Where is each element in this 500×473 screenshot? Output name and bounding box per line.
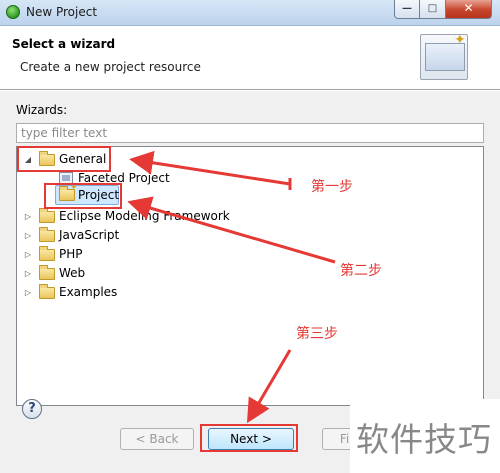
annotation-box-next (200, 424, 298, 452)
collapsed-arrow-icon[interactable]: ▷ (23, 283, 33, 302)
close-button[interactable]: ✕ (446, 0, 492, 19)
minimize-button[interactable]: — (394, 0, 420, 19)
window-title: New Project (26, 5, 98, 19)
tree-item-javascript[interactable]: ▷ JavaScript (23, 226, 143, 245)
watermark-text: 软件技巧 (356, 420, 492, 459)
collapsed-arrow-icon[interactable]: ▷ (23, 245, 33, 264)
tree-item-php[interactable]: ▷ PHP (23, 245, 143, 264)
folder-icon (39, 208, 55, 223)
page-description: Create a new project resource (20, 60, 201, 74)
annotation-box-project (44, 183, 122, 209)
eclipse-icon (6, 5, 20, 19)
sparkle-icon: ✦ (454, 32, 466, 48)
help-button[interactable]: ? (22, 399, 42, 419)
tree-item-eclipse-modeling[interactable]: ▷ Eclipse Modeling Framework (23, 207, 243, 226)
collapsed-arrow-icon[interactable]: ▷ (23, 207, 33, 226)
annotation-step2: 第二步 (340, 263, 382, 279)
annotation-step1: 第一步 (311, 179, 353, 195)
maximize-button[interactable]: □ (420, 0, 446, 19)
tree-item-examples[interactable]: ▷ Examples (23, 283, 143, 302)
collapsed-arrow-icon[interactable]: ▷ (23, 264, 33, 283)
tree-item-label: JavaScript (59, 228, 120, 242)
annotation-box-general (17, 146, 111, 172)
folder-icon (39, 246, 55, 261)
tree-item-label: Web (59, 266, 86, 280)
filter-input[interactable] (16, 123, 484, 143)
title-bar: New Project — □ ✕ (0, 0, 500, 26)
watermark-panel: 软件技巧 (350, 399, 500, 473)
page-title: Select a wizard (12, 37, 116, 51)
annotation-step3: 第三步 (296, 326, 338, 342)
tree-item-label: Eclipse Modeling Framework (59, 209, 230, 223)
tree-item-label: Examples (59, 285, 118, 299)
wizards-label: Wizards: (16, 103, 68, 117)
folder-icon (39, 227, 55, 242)
folder-icon (39, 284, 55, 299)
wizard-header: Select a wizard Create a new project res… (0, 26, 500, 90)
folder-icon (39, 265, 55, 280)
collapsed-arrow-icon[interactable]: ▷ (23, 226, 33, 245)
tree-item-web[interactable]: ▷ Web (23, 264, 143, 283)
tree-item-label: PHP (59, 247, 83, 261)
back-button[interactable]: < Back (120, 428, 194, 450)
